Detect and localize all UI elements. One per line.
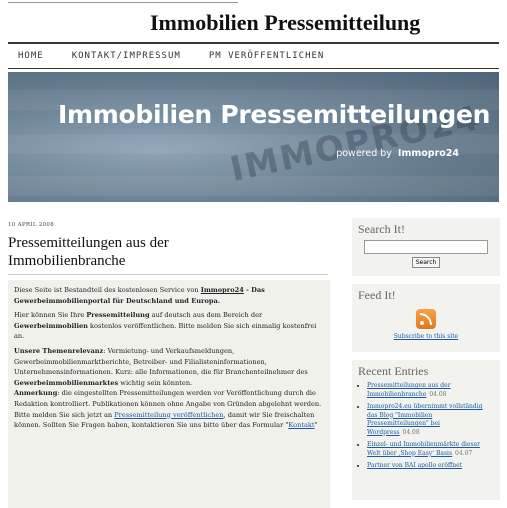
text-bold: Anmerkung xyxy=(14,389,58,398)
list-item: Immopro24.eu übernimmt vollständig das B… xyxy=(367,403,494,437)
entry-date: 04.08 xyxy=(429,390,447,398)
site-title[interactable]: Immobilien Pressemitteilung xyxy=(150,10,420,36)
powered-by-label: powered by xyxy=(336,148,392,159)
text: " xyxy=(314,421,318,430)
feed-widget: Feed It! Subscribe to this site xyxy=(352,284,500,352)
text: auf deutsch aus dem Bereich der xyxy=(149,311,263,320)
banner-headline: Immobilien Pressemitteilungen xyxy=(58,100,491,129)
header-rule xyxy=(8,42,499,44)
nav-kontakt-impressum[interactable]: KONTAKT/IMPRESSUM xyxy=(72,51,181,61)
text-bold: Unsere Themenrelevanz xyxy=(14,346,104,355)
nav-home[interactable]: HOME xyxy=(18,51,44,61)
recent-entry-link[interactable]: Partner von BAI apollo eröffnet xyxy=(367,462,462,469)
entry-date: 04.08 xyxy=(402,428,420,436)
text-bold: Gewerbeimmobilien xyxy=(14,321,88,330)
feed-widget-title: Feed It! xyxy=(358,288,396,302)
rss-icon[interactable] xyxy=(416,309,436,329)
search-button[interactable]: Search xyxy=(411,257,441,268)
post-paragraph: Hier können Sie Ihre Pressemitteilung au… xyxy=(14,310,324,342)
contact-link[interactable]: Kontakt xyxy=(288,421,314,429)
post-title-rule xyxy=(8,274,328,275)
post-paragraph: Anmerkung: die eingestellten Pressemitte… xyxy=(14,388,324,409)
banner-powered-by: powered by Immopro24 xyxy=(336,148,459,159)
nav-rule xyxy=(8,68,499,69)
post-date: 10 APRIL 2008 xyxy=(8,222,55,228)
post-paragraph: Bitte melden Sie sich jetzt an Pressemit… xyxy=(14,410,324,431)
top-divider xyxy=(8,2,238,3)
search-widget-title: Search It! xyxy=(358,222,405,236)
search-widget: Search It! Search xyxy=(352,218,500,276)
text: Bitte melden Sie sich jetzt an xyxy=(14,410,115,419)
recent-entries-title: Recent Entries xyxy=(358,364,429,378)
recent-entry-link[interactable]: Immopro24.eu übernimmt vollständig das B… xyxy=(367,403,483,436)
text-bold: Gewerbeimmobilienmarktes xyxy=(14,378,119,387)
subscribe-link[interactable]: Subscribe to this site xyxy=(358,333,494,340)
sidebar: Search It! Search Feed It! Subscribe to … xyxy=(352,218,500,508)
nav-pm-veroeffentlichen[interactable]: PM VERÖFFENTLICHEN xyxy=(209,51,325,61)
publish-link[interactable]: Pressemitteilung veröffentlichen xyxy=(114,411,223,419)
text: : die eingestellten Pressemitteilungen w… xyxy=(14,389,322,408)
search-input[interactable] xyxy=(364,240,488,254)
post-title[interactable]: Pressemitteilungen aus der Immobilienbra… xyxy=(8,234,288,270)
brand-link[interactable]: Immopro24 xyxy=(201,286,244,294)
post-body: Diese Seite ist Bestandteil des kostenlo… xyxy=(8,280,330,508)
entry-date: 04.07 xyxy=(455,449,473,457)
list-item: Einzel- und Immobilienmärkte dieser Welt… xyxy=(367,441,494,458)
list-item: Partner von BAI apollo eröffnet xyxy=(367,462,494,471)
main-nav: HOME KONTAKT/IMPRESSUM PM VERÖFFENTLICHE… xyxy=(8,46,499,66)
recent-entries-list: Pressemitteilungen aus der Immobilienbra… xyxy=(358,382,494,471)
post-paragraph: Unsere Themenrelevanz: Vermietung- und V… xyxy=(14,346,324,388)
text: Diese Seite ist Bestandteil des kostenlo… xyxy=(14,286,201,294)
post-paragraph: Diese Seite ist Bestandteil des kostenlo… xyxy=(14,285,324,306)
list-item: Pressemitteilungen aus der Immobilienbra… xyxy=(367,382,494,399)
powered-by-brand: Immopro24 xyxy=(397,148,459,159)
recent-entries-widget: Recent Entries Pressemitteilungen aus de… xyxy=(352,360,500,500)
text: Hier können Sie Ihre xyxy=(14,311,87,320)
header-banner: IMMOPRO24 Immobilien Pressemitteilungen … xyxy=(8,72,499,202)
text-bold: Pressemitteilung xyxy=(86,311,150,320)
text: wichtig sein könnten. xyxy=(118,378,193,387)
